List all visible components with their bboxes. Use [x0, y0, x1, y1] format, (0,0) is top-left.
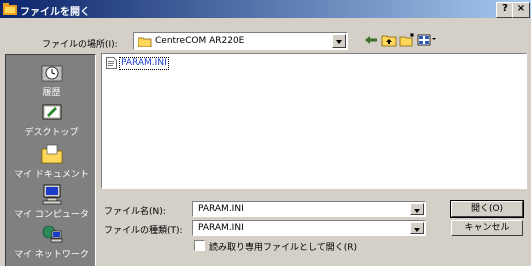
place-desktop[interactable]: デスクトップ — [6, 101, 97, 138]
place-my-documents-label: マイ ドキュメント — [14, 170, 89, 180]
filetype-dropdown-arrow[interactable] — [410, 222, 424, 234]
ini-file-icon — [106, 57, 117, 69]
place-my-network-label: マイ ネットワーク — [14, 250, 89, 260]
history-icon — [41, 65, 62, 82]
location-label: ファイルの場所(I): — [42, 40, 118, 50]
up-folder-icon[interactable] — [381, 33, 397, 47]
readonly-checkbox[interactable] — [194, 240, 205, 251]
new-folder-icon[interactable] — [399, 33, 415, 47]
cancel-button[interactable]: キャンセル — [451, 220, 523, 236]
file-name: PARAM.INI — [119, 57, 169, 70]
file-list[interactable]: PARAM.INI — [101, 53, 527, 189]
desktop-icon — [42, 104, 61, 120]
my-network-icon — [42, 225, 62, 243]
app-icon — [3, 3, 17, 15]
location-dropdown[interactable]: CentreCOM AR220E — [133, 32, 348, 50]
place-history[interactable]: 履歴 — [6, 61, 97, 98]
my-computer-icon — [42, 184, 61, 205]
filename-label: ファイル名(N): — [104, 207, 166, 217]
place-my-documents[interactable]: マイ ドキュメント — [6, 143, 97, 180]
open-button[interactable]: 開く(O) — [450, 200, 524, 218]
location-value: CentreCOM AR220E — [155, 36, 245, 46]
location-dropdown-arrow[interactable] — [332, 34, 346, 48]
place-history-label: 履歴 — [42, 88, 61, 98]
place-my-network[interactable]: マイ ネットワーク — [6, 223, 97, 260]
filetype-value: PARAM.INI — [198, 223, 244, 233]
filetype-label: ファイルの種類(T): — [104, 226, 183, 236]
place-desktop-label: デスクトップ — [24, 128, 79, 138]
my-documents-icon — [41, 144, 62, 164]
filetype-dropdown[interactable]: PARAM.INI — [192, 220, 426, 236]
places-bar: 履歴 デスクトップ マイ ドキュメント マイ コンピュータ マイ ネットワーク — [5, 54, 96, 266]
title-bar[interactable]: ファイルを開く ? × — [0, 0, 531, 18]
filename-dropdown-arrow[interactable] — [410, 203, 424, 215]
readonly-label: 読み取り専用ファイルとして開く(R) — [209, 243, 358, 253]
place-my-computer-label: マイ コンピュータ — [14, 210, 89, 220]
window-title: ファイルを開く — [20, 7, 90, 18]
view-menu-icon[interactable] — [417, 33, 437, 47]
filename-value: PARAM.INI — [198, 204, 244, 214]
folder-icon — [138, 37, 152, 47]
place-my-computer[interactable]: マイ コンピュータ — [6, 183, 97, 220]
back-icon[interactable] — [363, 33, 379, 47]
close-button[interactable]: × — [512, 2, 530, 18]
filename-input[interactable]: PARAM.INI — [192, 201, 426, 217]
